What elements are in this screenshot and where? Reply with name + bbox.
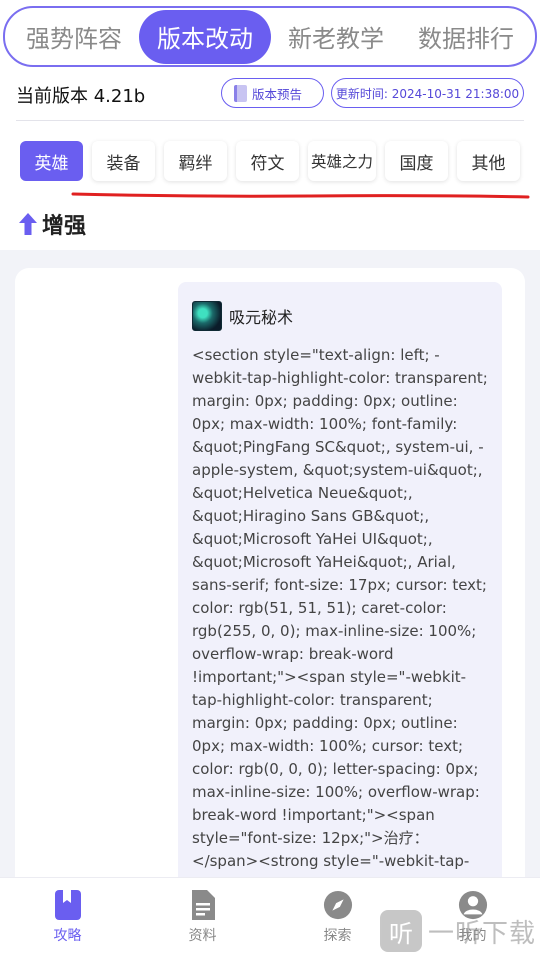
chip-hero-power[interactable]: 英雄之力 [308, 141, 376, 181]
main-tabbar: 强势阵容 版本改动 新老教学 数据排行 [3, 6, 537, 67]
tab-version-changes[interactable]: 版本改动 [139, 9, 271, 64]
nav-guides[interactable]: 攻略 [0, 878, 135, 955]
divider [16, 120, 524, 121]
category-chips: 英雄 装备 羁绊 符文 英雄之力 国度 其他 [20, 141, 520, 181]
nav-explore[interactable]: 探索 [270, 878, 405, 955]
nav-mine-label: 我的 [458, 928, 487, 944]
user-icon [458, 889, 488, 921]
nav-guides-label: 攻略 [53, 928, 82, 944]
rune-description: <section style="text-align: left; -webki… [192, 346, 488, 916]
version-row: 当前版本 4.21b 版本预告 更新时间: 2024-10-31 21:38:0… [16, 78, 526, 112]
chip-traits[interactable]: 羁绊 [164, 141, 227, 181]
current-version-label: 当前版本 4.21b [16, 86, 146, 107]
change-card: 吸元秘术 <section style="text-align: left; -… [15, 268, 525, 922]
tab-tutorials[interactable]: 新老教学 [271, 10, 401, 64]
top-area: 强势阵容 版本改动 新老教学 数据排行 当前版本 4.21b 版本预告 更新时间… [0, 0, 540, 250]
nav-data-label: 资料 [188, 928, 217, 944]
chip-heroes[interactable]: 英雄 [20, 141, 83, 181]
chip-augments[interactable]: 符文 [236, 141, 299, 181]
arrow-up-icon [19, 213, 37, 235]
document-icon [188, 889, 218, 921]
nav-explore-label: 探索 [323, 928, 352, 944]
update-time-text: 更新时间: 2024-10-31 21:38:00 [335, 86, 520, 101]
tab-lineups[interactable]: 强势阵容 [9, 10, 139, 64]
chip-others[interactable]: 其他 [457, 141, 520, 181]
chip-realms[interactable]: 国度 [385, 141, 448, 181]
red-underline-annotation [71, 192, 530, 199]
section-header: 增强 [18, 208, 86, 240]
section-title: 增强 [42, 214, 87, 239]
bookmark-icon [53, 889, 83, 921]
bottom-nav: 攻略 资料 探索 我的 [0, 877, 540, 955]
rune-header: 吸元秘术 [192, 300, 488, 332]
compass-icon [323, 889, 353, 921]
rune-icon [192, 301, 222, 331]
tab-rankings[interactable]: 数据排行 [401, 10, 531, 64]
rune-name: 吸元秘术 [229, 308, 294, 327]
nav-mine[interactable]: 我的 [405, 878, 540, 955]
update-time-badge: 更新时间: 2024-10-31 21:38:00 [331, 78, 524, 108]
book-icon [234, 84, 247, 102]
rune-detail-panel: 吸元秘术 <section style="text-align: left; -… [178, 282, 502, 922]
version-preview-button[interactable]: 版本预告 [221, 78, 324, 108]
version-preview-label: 版本预告 [252, 86, 303, 102]
nav-data[interactable]: 资料 [135, 878, 270, 955]
chip-items[interactable]: 装备 [92, 141, 155, 181]
